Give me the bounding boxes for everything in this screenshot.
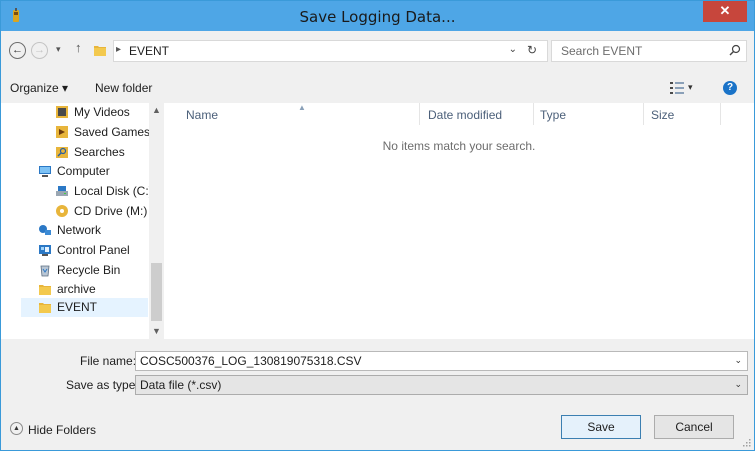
navigation-scrollbar[interactable]: ▲ ▼ <box>149 103 164 339</box>
nav-item-label: My Videos <box>74 105 130 119</box>
column-divider[interactable] <box>720 103 721 125</box>
refresh-icon[interactable]: ↻ <box>527 43 537 57</box>
nav-item-cd-drive[interactable]: CD Drive (M:) <box>55 202 147 221</box>
column-divider[interactable] <box>643 103 644 125</box>
recycle-bin-icon <box>40 265 50 277</box>
scrollbar-thumb[interactable] <box>151 263 162 321</box>
sort-ascending-icon: ▲ <box>298 103 306 112</box>
forward-arrow-icon: → <box>34 44 45 56</box>
content-area: My Videos Saved Games Searches Computer … <box>1 103 754 339</box>
column-divider[interactable] <box>533 103 534 125</box>
nav-item-label: Searches <box>74 145 125 159</box>
local-disk-icon <box>56 185 68 196</box>
save-dialog-window: Save Logging Data... ✕ ← → ▾ ↑ ▸ EVENT ⌄… <box>0 0 755 451</box>
address-separator-icon: ▸ <box>116 44 122 55</box>
search-placeholder: Search EVENT <box>561 44 643 58</box>
save-as-type-dropdown-icon[interactable]: ⌄ <box>734 379 742 390</box>
nav-item-control-panel[interactable]: Control Panel <box>38 241 130 260</box>
scroll-up-icon[interactable]: ▲ <box>149 103 164 118</box>
nav-item-local-disk[interactable]: Local Disk (C:) <box>55 182 153 201</box>
nav-item-archive[interactable]: archive <box>38 280 96 299</box>
file-name-label: File name: <box>80 354 137 368</box>
back-button[interactable]: ← <box>9 42 26 59</box>
column-divider[interactable] <box>419 103 420 125</box>
control-panel-icon <box>39 244 51 256</box>
saved-games-icon <box>56 125 68 138</box>
save-form-area: File name: COSC500376_LOG_130819075318.C… <box>1 339 754 450</box>
save-as-type-select[interactable]: Data file (*.csv) ⌄ <box>135 375 748 395</box>
organize-button[interactable]: Organize ▾ <box>10 81 68 95</box>
column-header-name[interactable]: Name <box>186 108 218 122</box>
nav-item-label: EVENT <box>57 300 98 314</box>
new-folder-button[interactable]: New folder <box>95 81 152 95</box>
nav-item-label: Local Disk (C:) <box>74 184 153 198</box>
save-button[interactable]: Save <box>561 415 641 439</box>
column-header-date-modified[interactable]: Date modified <box>428 108 502 122</box>
search-icon[interactable] <box>729 44 741 56</box>
save-as-type-label: Save as type: <box>66 378 139 392</box>
resize-grip-icon[interactable] <box>741 437 751 447</box>
nav-item-label: Saved Games <box>74 125 151 139</box>
title-bar[interactable]: Save Logging Data... ✕ <box>1 1 754 31</box>
address-current-folder[interactable]: EVENT <box>129 44 169 58</box>
hide-folders-button[interactable]: Hide Folders <box>28 423 96 437</box>
column-header-size[interactable]: Size <box>651 108 674 122</box>
file-name-value[interactable]: COSC500376_LOG_130819075318.CSV <box>140 354 362 368</box>
nav-item-computer[interactable]: Computer <box>38 162 110 181</box>
network-icon <box>39 224 51 235</box>
nav-item-event[interactable]: EVENT <box>21 298 148 317</box>
command-toolbar: Organize ▾ New folder ▾ ? <box>1 74 754 102</box>
folder-icon <box>39 284 51 295</box>
nav-item-network[interactable]: Network <box>38 221 101 240</box>
window-title: Save Logging Data... <box>299 8 456 26</box>
searches-icon <box>56 146 68 158</box>
save-as-type-value: Data file (*.csv) <box>140 378 222 392</box>
recent-locations-chevron-icon[interactable]: ▾ <box>56 44 61 55</box>
nav-item-label: Recycle Bin <box>57 263 121 277</box>
file-name-field[interactable]: COSC500376_LOG_130819075318.CSV ⌄ <box>135 351 748 371</box>
folder-icon <box>39 302 51 313</box>
nav-item-searches[interactable]: Searches <box>55 143 125 162</box>
nav-item-label: Control Panel <box>57 243 130 257</box>
nav-item-label: CD Drive (M:) <box>74 204 148 218</box>
column-header-type[interactable]: Type <box>540 108 566 122</box>
navigation-pane: My Videos Saved Games Searches Computer … <box>1 103 164 339</box>
nav-item-label: Computer <box>57 164 110 178</box>
view-dropdown-icon[interactable]: ▾ <box>688 82 693 93</box>
address-bar[interactable]: ▸ EVENT ⌄ ↻ <box>113 40 548 62</box>
scroll-down-icon[interactable]: ▼ <box>149 324 164 339</box>
search-box[interactable]: Search EVENT <box>551 40 747 62</box>
cd-drive-icon <box>56 204 68 217</box>
nav-item-label: Network <box>57 223 102 237</box>
close-button[interactable]: ✕ <box>703 1 747 22</box>
view-options-icon[interactable] <box>670 82 684 94</box>
address-row: ← → ▾ ↑ ▸ EVENT ⌄ ↻ Search EVENT <box>1 31 754 67</box>
back-arrow-icon: ← <box>12 44 23 56</box>
nav-item-recycle-bin[interactable]: Recycle Bin <box>38 261 120 280</box>
forward-button[interactable]: → <box>31 42 48 59</box>
file-list-pane[interactable]: ▲ Name Date modified Type Size No items … <box>164 103 754 339</box>
nav-item-label: archive <box>57 282 96 296</box>
help-icon[interactable]: ? <box>723 81 737 95</box>
nav-item-my-videos[interactable]: My Videos <box>55 103 130 122</box>
videos-folder-icon <box>56 105 68 118</box>
file-name-dropdown-icon[interactable]: ⌄ <box>734 355 742 366</box>
folder-icon <box>94 46 106 56</box>
hide-folders-toggle-icon[interactable]: ▲ <box>10 422 23 435</box>
computer-icon <box>39 165 51 177</box>
empty-folder-message: No items match your search. <box>382 139 536 153</box>
up-arrow-icon[interactable]: ↑ <box>75 40 82 55</box>
cancel-button[interactable]: Cancel <box>654 415 734 439</box>
address-dropdown-icon[interactable]: ⌄ <box>509 44 517 55</box>
nav-item-saved-games[interactable]: Saved Games <box>55 123 150 142</box>
